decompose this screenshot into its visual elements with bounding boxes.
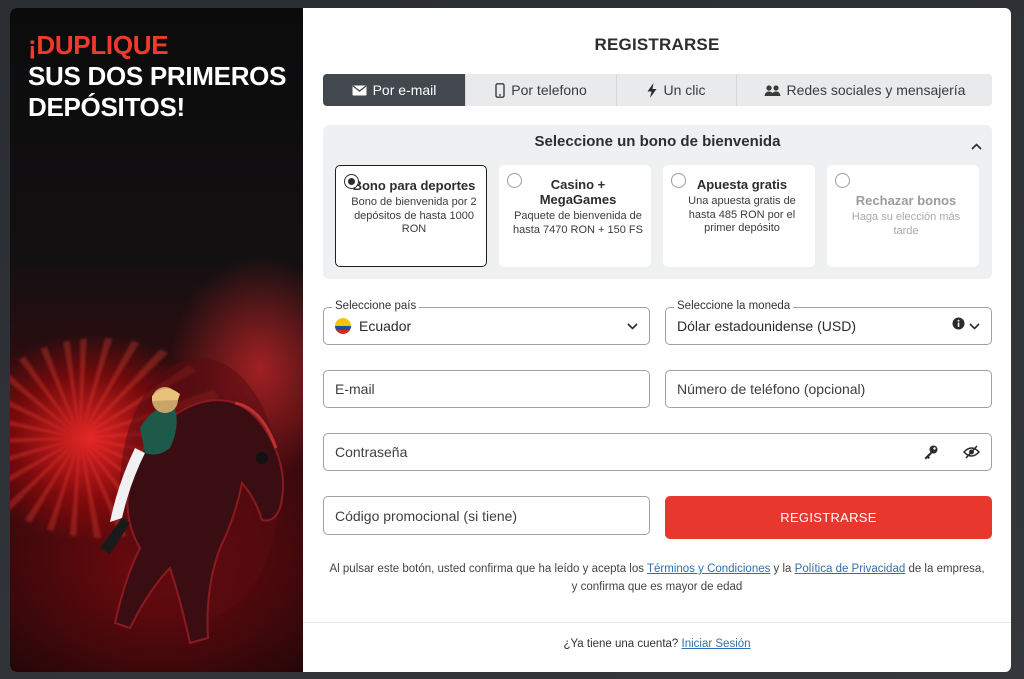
bonus-card-desc: Haga su elección más tarde bbox=[851, 211, 961, 237]
bonus-card-sports[interactable]: Bono para deportes Bono de bienvenida po… bbox=[335, 165, 487, 267]
bonus-card-title: Rechazar bonos bbox=[855, 193, 957, 208]
currency-select[interactable]: Seleccione la moneda Dólar estadounidens… bbox=[665, 300, 992, 345]
envelope-icon bbox=[352, 84, 367, 96]
currency-select-value: Dólar estadounidense (USD) bbox=[677, 318, 856, 334]
promo-code-field[interactable]: Código promocional (si tiene) bbox=[323, 496, 650, 535]
promo-line-2: SUS DOS PRIMEROS bbox=[28, 61, 287, 91]
age-confirmation-text: y confirma que es mayor de edad bbox=[571, 581, 743, 593]
chevron-down-icon bbox=[627, 317, 638, 335]
phone-placeholder: Número de teléfono (opcional) bbox=[677, 381, 866, 397]
bonus-card-desc: Una apuesta gratis de hasta 485 RON por … bbox=[688, 195, 796, 234]
email-placeholder: E-mail bbox=[335, 381, 375, 397]
privacy-link[interactable]: Política de Privacidad bbox=[795, 563, 906, 575]
password-field[interactable]: Contraseña bbox=[323, 433, 992, 471]
chevron-down-icon bbox=[969, 317, 980, 335]
registration-form: REGISTRARSE Por e-mail Por telefono Un c… bbox=[303, 8, 1011, 672]
footer-divider bbox=[303, 622, 1011, 623]
people-icon bbox=[764, 84, 781, 97]
promo-headline: ¡DUPLIQUE SUS DOS PRIMEROS DEPÓSITOS! bbox=[28, 30, 286, 123]
country-select[interactable]: Seleccione país Ecuador bbox=[323, 300, 650, 345]
tab-phone[interactable]: Por telefono bbox=[466, 74, 617, 106]
registration-method-tabs: Por e-mail Por telefono Un clic Redes so… bbox=[323, 74, 992, 106]
bonus-card-title: Apuesta gratis bbox=[696, 177, 788, 192]
radio-button[interactable] bbox=[835, 173, 850, 188]
tab-one-click[interactable]: Un clic bbox=[617, 74, 737, 106]
bonus-card-desc: Bono de bienvenida por 2 depósitos de ha… bbox=[351, 196, 477, 235]
login-prompt: ¿Ya tiene una cuenta? Iniciar Sesión bbox=[303, 638, 1011, 650]
promo-code-placeholder: Código promocional (si tiene) bbox=[335, 507, 518, 524]
bonus-card-decline[interactable]: Rechazar bonos Haga su elección más tard… bbox=[827, 165, 979, 267]
radio-button[interactable] bbox=[671, 173, 686, 188]
register-button[interactable]: REGISTRARSE bbox=[665, 496, 992, 539]
country-select-value: Ecuador bbox=[359, 318, 412, 334]
promo-line-1: ¡DUPLIQUE bbox=[28, 30, 169, 60]
tab-social[interactable]: Redes sociales y mensajería bbox=[737, 74, 992, 106]
bonus-heading: Seleccione un bono de bienvenida bbox=[534, 133, 781, 150]
country-select-label: Seleccione país bbox=[332, 300, 420, 312]
tab-social-label: Redes sociales y mensajería bbox=[786, 82, 966, 98]
welcome-bonus-panel: Seleccione un bono de bienvenida Bono pa… bbox=[323, 125, 992, 279]
promo-line-3: DEPÓSITOS! bbox=[28, 92, 185, 122]
ecuador-flag-icon bbox=[335, 318, 351, 334]
bonus-card-casino[interactable]: Casino + MegaGames Paquete de bienvenida… bbox=[499, 165, 651, 267]
terms-notice: Al pulsar este botón, usted confirma que… bbox=[303, 560, 1011, 596]
login-link[interactable]: Iniciar Sesión bbox=[682, 638, 751, 650]
key-icon[interactable] bbox=[923, 444, 939, 460]
phone-field[interactable]: Número de teléfono (opcional) bbox=[665, 370, 992, 408]
phone-icon bbox=[495, 82, 505, 98]
terms-text-2: y la bbox=[770, 563, 795, 575]
chevron-up-icon[interactable] bbox=[971, 137, 982, 155]
bonus-card-title: Casino + MegaGames bbox=[539, 177, 617, 207]
eye-slash-icon[interactable] bbox=[963, 445, 980, 459]
bonus-card-title: Bono para deportes bbox=[352, 178, 476, 193]
info-icon[interactable] bbox=[952, 317, 965, 335]
terms-text-1: Al pulsar este botón, usted confirma que… bbox=[329, 563, 647, 575]
radio-button[interactable] bbox=[344, 174, 359, 189]
bonus-card-free-bet[interactable]: Apuesta gratis Una apuesta gratis de has… bbox=[663, 165, 815, 267]
lightning-icon bbox=[647, 82, 657, 98]
tab-one-click-label: Un clic bbox=[663, 82, 706, 98]
tab-email-label: Por e-mail bbox=[372, 82, 437, 98]
registration-modal: ¡DUPLIQUE SUS DOS PRIMEROS DEPÓSITOS! RE… bbox=[10, 8, 1011, 672]
terms-text-3: de la empresa, bbox=[905, 563, 985, 575]
tab-phone-label: Por telefono bbox=[511, 82, 587, 98]
tab-email[interactable]: Por e-mail bbox=[323, 74, 466, 106]
bonus-cards: Bono para deportes Bono de bienvenida po… bbox=[335, 165, 979, 267]
page-title: REGISTRARSE bbox=[594, 35, 720, 54]
jockey-horse-illustration bbox=[100, 358, 285, 645]
password-placeholder: Contraseña bbox=[335, 444, 408, 460]
currency-select-label: Seleccione la moneda bbox=[674, 300, 794, 312]
radio-button[interactable] bbox=[507, 173, 522, 188]
promo-banner: ¡DUPLIQUE SUS DOS PRIMEROS DEPÓSITOS! bbox=[10, 8, 303, 672]
terms-link[interactable]: Términos y Condiciones bbox=[647, 563, 770, 575]
login-question: ¿Ya tiene una cuenta? bbox=[563, 638, 682, 650]
bonus-card-desc: Paquete de bienvenida de hasta 7470 RON … bbox=[513, 210, 643, 236]
email-field[interactable]: E-mail bbox=[323, 370, 650, 408]
